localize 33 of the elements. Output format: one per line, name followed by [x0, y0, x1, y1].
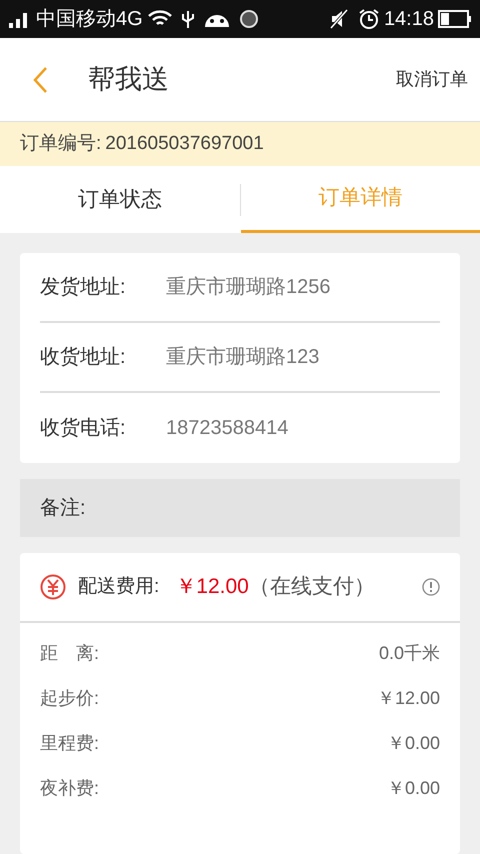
payment-note: （在线支付） — [248, 574, 375, 600]
order-number-label: 订单编号: — [20, 132, 102, 156]
fee-item-value: 0.0千米 — [378, 642, 440, 665]
field-value: 重庆市珊瑚路1256 — [166, 275, 330, 300]
page-title: 帮我送 — [88, 63, 169, 96]
carrier-text: 中国移动4G — [36, 7, 143, 32]
fee-item-label: 距 离: — [40, 642, 100, 665]
field-label: 收货地址: — [40, 345, 127, 370]
fee-item-label: 里程费: — [40, 732, 100, 755]
field-value: 重庆市珊瑚路123 — [166, 345, 320, 370]
cancel-order-button[interactable]: 取消订单 — [396, 66, 468, 93]
field-value: 18723588414 — [166, 416, 288, 441]
usb-icon — [180, 9, 195, 29]
info-icon — [422, 578, 440, 596]
mute-icon — [328, 9, 350, 29]
back-icon — [32, 66, 48, 94]
clock-text: 14:18 — [384, 7, 434, 32]
order-number-value: 201605037697001 — [105, 132, 264, 156]
fee-item-value: ￥0.00 — [386, 732, 440, 755]
alarm-icon — [358, 8, 380, 30]
battery-icon — [438, 9, 472, 29]
field-label: 发货地址: — [40, 275, 127, 300]
fee-item-label: 夜补费: — [40, 777, 100, 800]
field-label: 收货电话: — [40, 416, 127, 441]
fee-item-value: ￥0.00 — [386, 777, 440, 800]
fee-amount: ￥12.00 — [175, 574, 249, 600]
yuan-icon — [40, 574, 66, 600]
fee-item-value: ￥12.00 — [376, 687, 440, 710]
tab[interactable]: 订单状态 — [0, 166, 240, 233]
circle-icon — [238, 9, 259, 29]
fee-label: 配送费用: — [78, 574, 160, 599]
remark-label: 备注: — [40, 496, 86, 521]
fee-item-label: 起步价: — [40, 687, 100, 710]
